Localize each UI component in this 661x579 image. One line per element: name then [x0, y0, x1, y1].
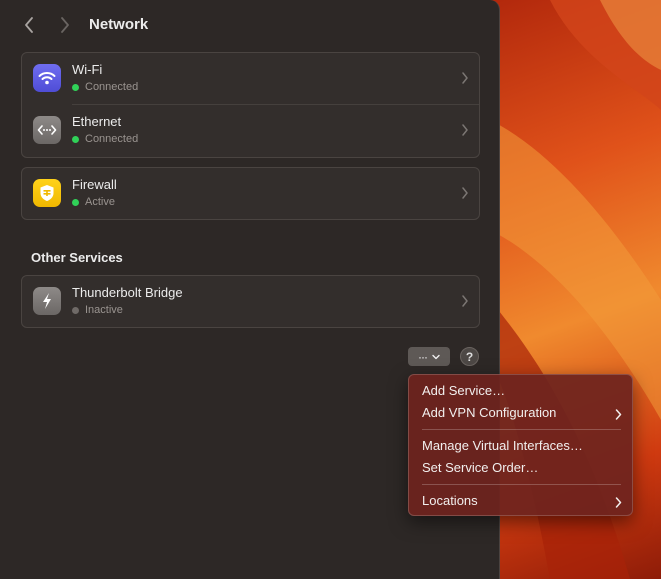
ethernet-icon [33, 116, 61, 144]
status-dot-active [72, 198, 79, 206]
service-row-firewall[interactable]: Firewall Active [22, 168, 479, 219]
service-status-label: Active [85, 196, 115, 208]
thunderbolt-icon [33, 287, 61, 315]
service-name: Thunderbolt Bridge [72, 285, 183, 300]
service-status-label: Connected [85, 133, 139, 145]
toolbar: Network [0, 0, 499, 50]
status-dot-inactive [72, 306, 79, 314]
status-dot-connected [72, 83, 79, 91]
wifi-icon [33, 64, 61, 92]
chevron-down-icon [432, 354, 440, 359]
menu-item-label: Manage Virtual Interfaces… [422, 438, 583, 453]
submenu-arrow-icon [615, 409, 622, 420]
menu-item-label: Add Service… [422, 383, 506, 398]
menu-item-label: Add VPN Configuration [422, 405, 557, 420]
menu-separator [422, 429, 621, 430]
chevron-left-icon [25, 17, 33, 33]
chevron-right-icon [462, 124, 468, 136]
firewall-icon [33, 179, 61, 207]
chevron-right-icon [462, 72, 468, 84]
chevron-right-icon [462, 187, 468, 199]
chevron-right-icon [61, 17, 69, 33]
menu-item-set-service-order[interactable]: Set Service Order… [422, 460, 622, 480]
more-icon: ··· [418, 349, 428, 364]
service-status: Connected [72, 133, 138, 145]
service-status: Inactive [72, 304, 123, 316]
menu-separator [422, 484, 621, 485]
help-button[interactable]: ? [460, 347, 479, 366]
back-button[interactable] [16, 12, 42, 38]
more-actions-button[interactable]: ··· [408, 347, 450, 366]
menu-item-label: Set Service Order… [422, 460, 539, 475]
menu-item-add-service[interactable]: Add Service… [422, 383, 622, 403]
forward-button[interactable] [52, 12, 78, 38]
service-status-label: Connected [85, 81, 139, 93]
service-name: Firewall [72, 177, 117, 192]
menu-item-manage-virtual-interfaces[interactable]: Manage Virtual Interfaces… [422, 438, 622, 458]
chevron-right-icon [462, 295, 468, 307]
service-status: Connected [72, 81, 138, 93]
page-title: Network [89, 16, 149, 33]
menu-item-label: Locations [422, 493, 478, 508]
firewall-card: Firewall Active [21, 167, 480, 220]
service-status-label: Inactive [85, 304, 123, 316]
service-name: Ethernet [72, 114, 122, 129]
section-title-other-services: Other Services [31, 250, 123, 265]
primary-services-card: Wi-Fi Connected Ethernet Connected [21, 52, 480, 158]
other-services-card: Thunderbolt Bridge Inactive [21, 275, 480, 328]
service-row-ethernet[interactable]: Ethernet Connected [22, 105, 479, 157]
more-actions-menu: Add Service… Add VPN Configuration Manag… [408, 374, 633, 516]
service-name: Wi-Fi [72, 62, 103, 77]
service-status: Active [72, 196, 115, 208]
service-row-wifi[interactable]: Wi-Fi Connected [22, 53, 479, 105]
help-icon: ? [465, 349, 474, 364]
service-row-thunderbolt-bridge[interactable]: Thunderbolt Bridge Inactive [22, 276, 479, 327]
submenu-arrow-icon [615, 497, 622, 508]
status-dot-connected [72, 135, 79, 143]
menu-item-add-vpn-configuration[interactable]: Add VPN Configuration [422, 405, 622, 425]
menu-item-locations[interactable]: Locations [422, 493, 622, 513]
